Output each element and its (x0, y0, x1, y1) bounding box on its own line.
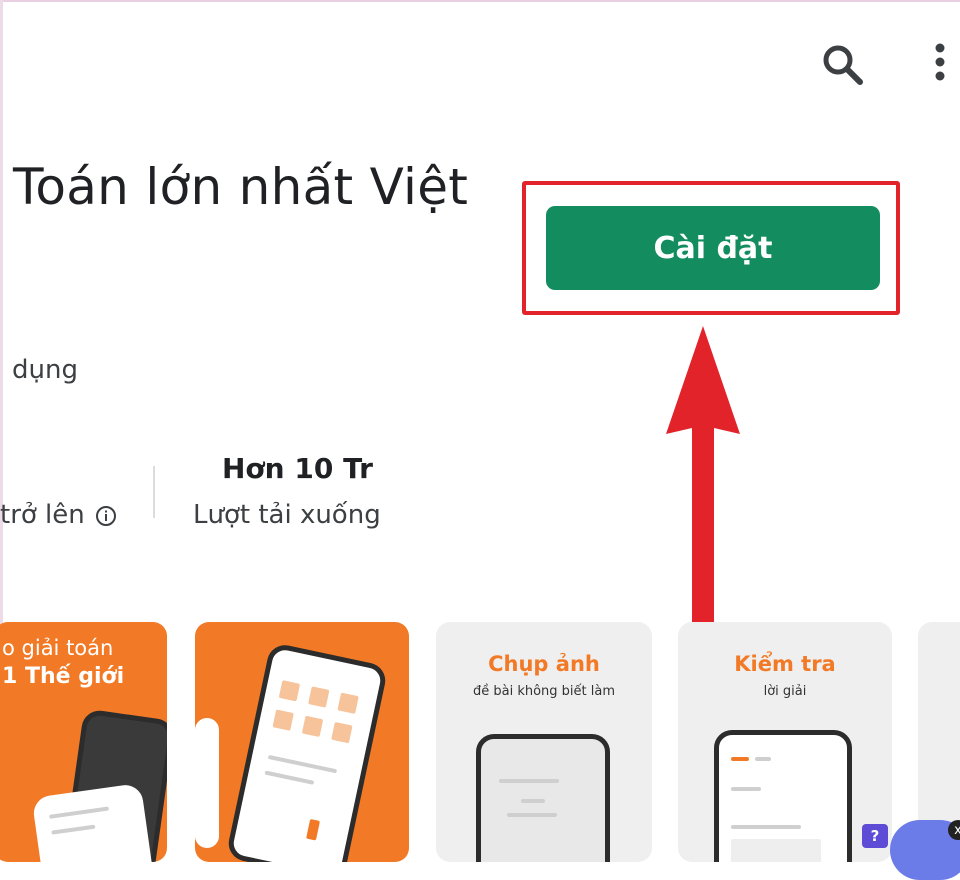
downloads-value: Hơn 10 Tr (222, 452, 373, 485)
app-category-text: dụng (12, 355, 78, 385)
screenshot-1-headline: o giải toán (2, 636, 114, 660)
help-badge[interactable]: ? (862, 824, 888, 848)
top-border (0, 0, 960, 2)
more-vert-icon[interactable] (926, 40, 954, 88)
app-title: Toán lớn nhất Việt (13, 158, 469, 216)
screenshot-1[interactable]: o giải toán 1 Thế giới (0, 622, 167, 862)
screenshot-2[interactable] (195, 622, 409, 862)
phone-mockup (476, 734, 610, 862)
paper-mockup (195, 718, 219, 848)
screenshot-3[interactable]: Chụp ảnh đề bài không biết làm (436, 622, 652, 862)
search-icon[interactable] (818, 40, 866, 88)
screenshot-3-subtitle: đề bài không biết làm (472, 684, 616, 699)
screenshot-3-title: Chụp ảnh (488, 652, 600, 676)
screenshot-4-subtitle: lời giải (763, 684, 807, 699)
paper-mockup (31, 782, 155, 862)
downloads-label: Lượt tải xuống (193, 500, 381, 530)
info-icon[interactable] (95, 504, 117, 526)
install-button[interactable]: Cài đặt (546, 206, 880, 290)
age-rating: trở lên (0, 500, 117, 530)
age-rating-label: trở lên (0, 500, 85, 530)
phone-mockup (714, 730, 852, 862)
screenshot-4[interactable]: Kiểm tra lời giải (678, 622, 892, 862)
phone-mockup (225, 641, 389, 862)
screenshot-1-subheadline: 1 Thế giới (2, 664, 125, 689)
annotation-arrow (666, 326, 740, 644)
stats-divider (153, 466, 155, 518)
screenshot-4-title: Kiểm tra (734, 652, 836, 676)
